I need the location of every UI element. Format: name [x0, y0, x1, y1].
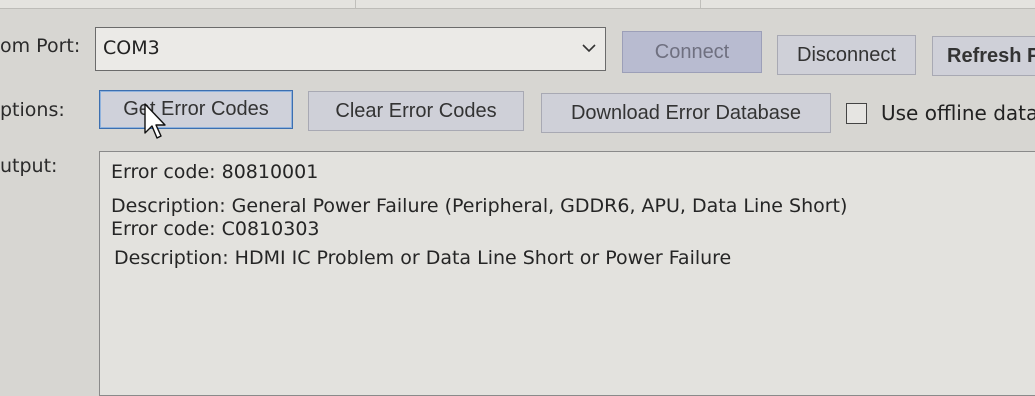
output-textbox[interactable]: Error code: 80810001 Description: Genera… [99, 151, 1035, 396]
com-port-select[interactable]: COM3 [95, 27, 606, 71]
top-edge-strip [0, 0, 1035, 9]
strip-divider [355, 0, 356, 8]
use-offline-data-checkbox[interactable] [846, 103, 867, 124]
output-line: Description: HDMI IC Problem or Data Lin… [114, 247, 732, 269]
use-offline-data-label[interactable]: Use offline data [881, 101, 1035, 125]
download-error-database-button[interactable]: Download Error Database [541, 93, 831, 133]
strip-divider [700, 0, 701, 8]
clear-error-codes-button[interactable]: Clear Error Codes [308, 91, 524, 131]
output-line: Error code: C0810303 [111, 218, 320, 240]
refresh-ports-button[interactable]: Refresh P [932, 36, 1035, 76]
get-error-codes-button[interactable]: Get Error Codes [99, 90, 293, 129]
chevron-down-icon[interactable] [581, 40, 597, 56]
connect-button[interactable]: Connect [622, 31, 762, 73]
com-port-value: COM3 [103, 37, 160, 59]
com-port-label: om Port: [0, 35, 81, 57]
output-label: utput: [0, 155, 58, 177]
output-line: Error code: 80810001 [111, 161, 319, 183]
output-line: Description: General Power Failure (Peri… [111, 195, 848, 217]
mouse-pointer-icon [144, 103, 166, 139]
options-label: ptions: [0, 99, 65, 121]
disconnect-button[interactable]: Disconnect [777, 35, 916, 75]
